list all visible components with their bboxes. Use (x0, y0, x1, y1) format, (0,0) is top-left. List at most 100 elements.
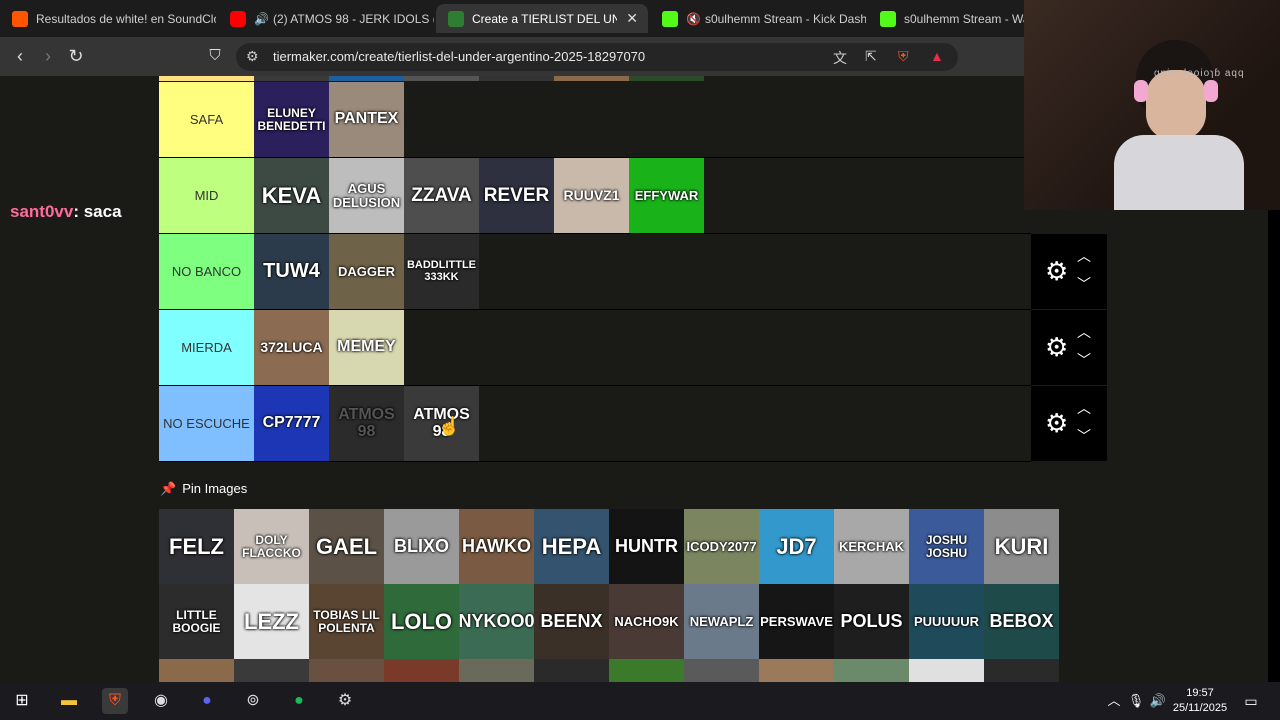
move-up-icon[interactable]: ︿ (1077, 322, 1091, 342)
pool-item[interactable] (609, 659, 684, 682)
windows-start-icon[interactable]: ⊞ (9, 688, 35, 714)
pool-item-label: LOLO (390, 608, 453, 634)
file-explorer-icon[interactable]: ▬ (56, 688, 82, 714)
pool-item[interactable] (909, 659, 984, 682)
forward-button[interactable]: › (36, 45, 60, 67)
pool-item[interactable]: HAWKO (459, 509, 534, 584)
pool-item[interactable] (234, 659, 309, 682)
tier-item[interactable]: RUUVZ1 (554, 158, 629, 233)
pool-item[interactable]: POLUS (834, 584, 909, 659)
pool-item[interactable] (159, 659, 234, 682)
tier-item[interactable]: TUW4 (254, 234, 329, 309)
tier-item[interactable]: BADDLITTLE 333KK (404, 234, 479, 309)
pin-images-header[interactable]: 📌 Pin Images (160, 481, 247, 497)
pool-item[interactable] (384, 659, 459, 682)
pool-item[interactable]: LEZZ (234, 584, 309, 659)
bookmark-icon[interactable]: ⛉ (203, 45, 227, 67)
tab-tiermaker[interactable]: Create a TIERLIST DEL UNDER ✕ (436, 4, 648, 33)
pool-item[interactable]: PUUUUUR (909, 584, 984, 659)
tier-item[interactable]: DAGGER (329, 234, 404, 309)
tab-kick-dashboard[interactable]: 🔇 s0ulhemm Stream - Kick Dashb (650, 4, 866, 33)
brave-shield-icon[interactable]: ⛨ (898, 48, 909, 65)
pool-item[interactable]: BEBOX (984, 584, 1059, 659)
previous-tier-strip (159, 76, 1031, 81)
pool-item[interactable]: LOLO (384, 584, 459, 659)
tier-item[interactable]: AGUS DELUSION (329, 158, 404, 233)
gear-icon[interactable]: ⚙ (1045, 334, 1068, 360)
pool-item[interactable]: PERSWAVE (759, 584, 834, 659)
tiermaker-icon (448, 10, 464, 27)
tier-item[interactable]: ELUNEY BENEDETTI (254, 82, 329, 157)
tier-item[interactable]: ATMOS 98 (329, 386, 404, 461)
pool-item[interactable]: JD7 (759, 509, 834, 584)
tab-kick-watch[interactable]: s0ulhemm Stream - Wat (868, 4, 1024, 33)
pool-item[interactable]: GAEL (309, 509, 384, 584)
translate-icon[interactable]: 文 (833, 48, 847, 68)
tier-label[interactable]: NO BANCO (159, 234, 254, 309)
move-down-icon[interactable]: ﹀ (1077, 274, 1091, 294)
pool-item[interactable]: ICODY2077 (684, 509, 759, 584)
pool-item[interactable]: BEENX (534, 584, 609, 659)
tab-title: Resultados de white! en SoundClo (36, 11, 216, 26)
pool-item-label: BEENX (540, 611, 603, 632)
steam-icon[interactable]: ⊚ (240, 688, 266, 714)
discord-icon[interactable]: ● (194, 688, 220, 714)
pool-item[interactable]: FELZ (159, 509, 234, 584)
pool-item[interactable]: NEWAPLZ (684, 584, 759, 659)
pool-item[interactable]: HEPA (534, 509, 609, 584)
move-down-icon[interactable]: ﹀ (1077, 426, 1091, 446)
tier-item[interactable]: CP7777 (254, 386, 329, 461)
tab-youtube[interactable]: 🔊 (2) ATMOS 98 - JERK IDOLS (FU (218, 4, 434, 33)
tier-item[interactable]: EFFYWAR (629, 158, 704, 233)
settings-icon[interactable]: ⚙ (332, 688, 358, 714)
tier-label[interactable]: MIERDA (159, 310, 254, 385)
pool-item[interactable] (759, 659, 834, 682)
tier-label[interactable]: SAFA (159, 82, 254, 157)
pool-item[interactable]: DOLY FLACCKO (234, 509, 309, 584)
pool-item-label: ICODY2077 (686, 538, 757, 554)
move-up-icon[interactable]: ︿ (1077, 246, 1091, 266)
gear-icon[interactable]: ⚙ (1045, 258, 1068, 284)
pool-item[interactable] (309, 659, 384, 682)
tier-item[interactable]: 372LUCA (254, 310, 329, 385)
pool-item[interactable]: NACHO9K (609, 584, 684, 659)
pool-item[interactable]: TOBIAS LIL POLENTA (309, 584, 384, 659)
gear-icon[interactable]: ⚙ (1045, 410, 1068, 436)
site-settings-icon[interactable]: ⚙ (246, 48, 259, 65)
tier-item[interactable]: ZZAVA (404, 158, 479, 233)
address-bar[interactable]: ⚙ tiermaker.com/create/tierlist-del-unde… (236, 43, 958, 71)
pool-item[interactable] (459, 659, 534, 682)
brave-rewards-icon[interactable]: ▲ (930, 48, 944, 64)
pool-item[interactable]: KURI (984, 509, 1059, 584)
spotify-icon[interactable]: ● (286, 688, 312, 714)
pool-item[interactable]: KERCHAK (834, 509, 909, 584)
pool-item[interactable]: HUNTR (609, 509, 684, 584)
chat-username: sant0vv (10, 202, 74, 221)
tab-title: s0ulhemm Stream - Kick Dashb (704, 11, 866, 26)
tier-label[interactable]: NO ESCUCHE (159, 386, 254, 461)
tier-item[interactable]: PANTEX (329, 82, 404, 157)
pool-item[interactable]: NYKOO0 (459, 584, 534, 659)
notifications-icon[interactable]: ▭ (1238, 688, 1264, 714)
tier-item[interactable]: MEMEY (329, 310, 404, 385)
pool-item[interactable]: JOSHU JOSHU (909, 509, 984, 584)
tier-label[interactable]: MID (159, 158, 254, 233)
share-icon[interactable]: ⇱ (865, 48, 877, 65)
pool-item[interactable] (834, 659, 909, 682)
pool-item[interactable]: BLIXO (384, 509, 459, 584)
pool-item[interactable] (684, 659, 759, 682)
close-tab-icon[interactable]: ✕ (626, 10, 638, 27)
reload-button[interactable]: ↻ (64, 45, 88, 67)
brave-browser-icon[interactable]: ⛨ (102, 688, 128, 714)
tab-soundcloud[interactable]: Resultados de white! en SoundClo (0, 4, 216, 33)
system-clock[interactable]: 19:57 25/11/2025 (1168, 686, 1232, 716)
obs-icon[interactable]: ◉ (148, 688, 174, 714)
back-button[interactable]: ‹ (8, 45, 32, 67)
pool-item[interactable] (984, 659, 1059, 682)
tier-item[interactable]: KEVA (254, 158, 329, 233)
pool-item[interactable] (534, 659, 609, 682)
move-up-icon[interactable]: ︿ (1077, 398, 1091, 418)
move-down-icon[interactable]: ﹀ (1077, 350, 1091, 370)
pool-item[interactable]: LITTLE BOOGIE (159, 584, 234, 659)
tier-item[interactable]: REVER (479, 158, 554, 233)
